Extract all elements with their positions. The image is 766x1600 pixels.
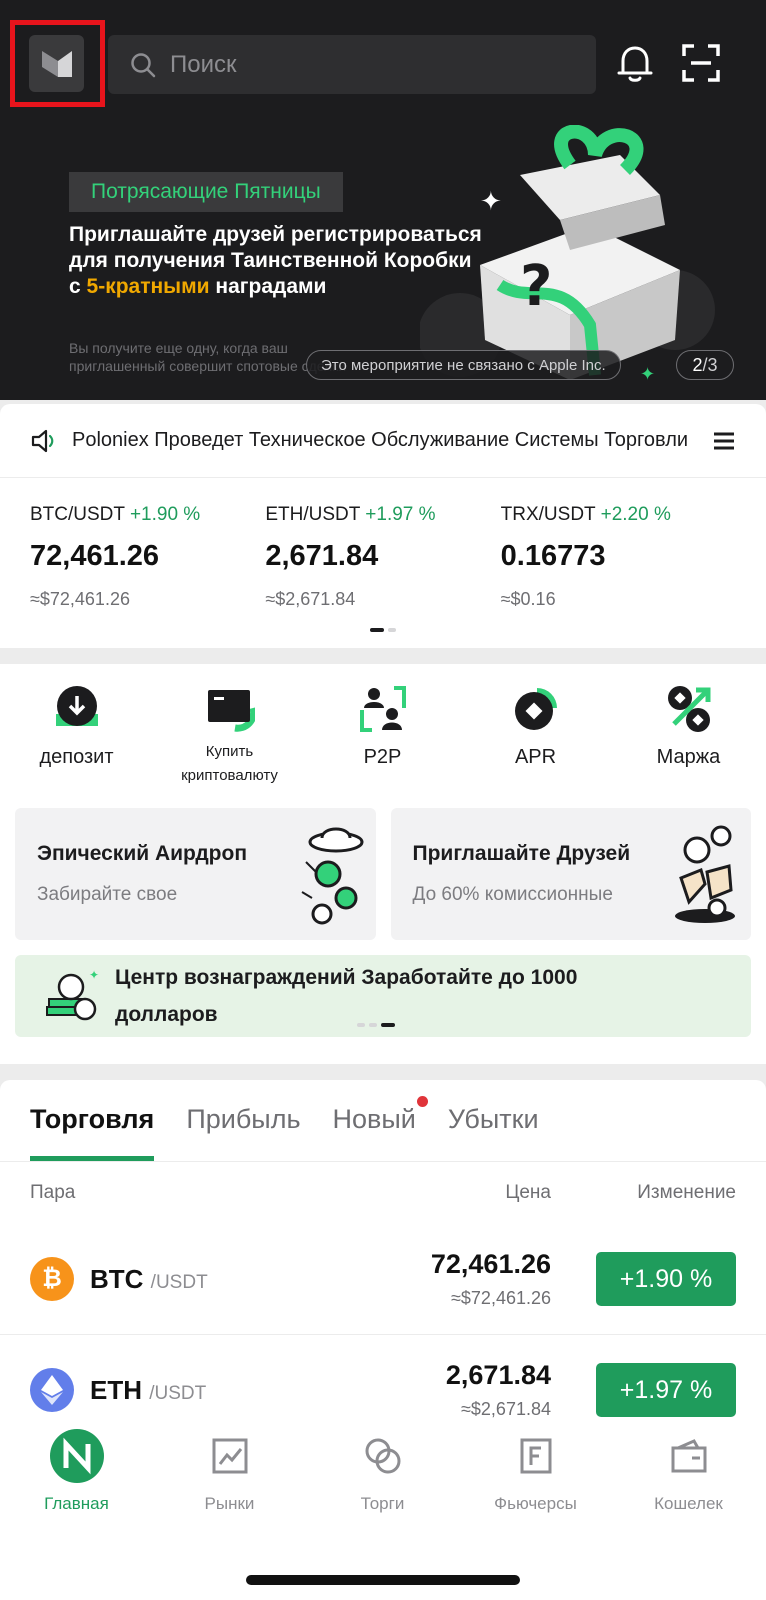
- tab-gainers[interactable]: Прибыль: [186, 1080, 300, 1161]
- col-pair[interactable]: Пара: [30, 1182, 351, 1204]
- buy-crypto-icon: [207, 690, 255, 732]
- promo-page-dots: [357, 1023, 395, 1027]
- quick-action-label: Маржа: [656, 746, 721, 768]
- change-badge[interactable]: +1.97 %: [596, 1363, 736, 1417]
- margin-icon: [667, 686, 710, 732]
- home-indicator: [246, 1575, 520, 1585]
- row-symbol: BTC /USDT: [90, 1263, 208, 1294]
- search-placeholder: Поиск: [170, 50, 237, 78]
- margin-button[interactable]: Маржа: [612, 684, 765, 788]
- tab-trading[interactable]: Торговля: [30, 1080, 155, 1161]
- airdrop-ufo-icon: [300, 827, 363, 925]
- tab-losers[interactable]: Убытки: [448, 1080, 539, 1161]
- announcement-bar[interactable]: Poloniex Проведет Техническое Обслуживан…: [0, 404, 766, 478]
- home-logo-icon: [49, 1428, 105, 1484]
- ticker-pair: ETH/USDT +1.97 %: [265, 504, 436, 525]
- nav-label: Фьючерсы: [494, 1494, 577, 1513]
- ticker-price: 72,461.26: [30, 540, 160, 572]
- wallet-icon: [661, 1428, 717, 1484]
- bottom-navigation: Главная Рынки Торги Фьючерсы Кошелек: [0, 1424, 766, 1600]
- svg-text:✦: ✦: [480, 187, 502, 217]
- bitcoin-icon: ₿: [30, 1257, 74, 1301]
- futures-icon: [508, 1428, 564, 1484]
- quick-actions-card: депозит Купить криптовалюту P2P APR Марж…: [0, 664, 766, 1064]
- ethereum-icon: [30, 1368, 74, 1412]
- market-tabs: Торговля Прибыль Новый Убытки: [0, 1080, 766, 1162]
- nav-trade[interactable]: Торги: [306, 1424, 459, 1600]
- row-price: 72,461.26 ≈$72,461.26: [430, 1249, 551, 1308]
- col-price[interactable]: Цена: [351, 1182, 551, 1204]
- announcement-text: Poloniex Проведет Техническое Обслуживан…: [72, 429, 689, 451]
- notifications-button[interactable]: [612, 40, 658, 86]
- bell-icon: [617, 46, 653, 82]
- poloniex-logo-icon: [41, 50, 72, 77]
- nav-label: Рынки: [204, 1494, 255, 1513]
- ticker-page-dots: [370, 628, 396, 632]
- ticker-trx[interactable]: TRX/USDT +2.20 % 0.16773 ≈$0.16: [501, 478, 736, 610]
- scan-button[interactable]: [678, 40, 724, 86]
- ticker-strip: BTC/USDT +1.90 % 72,461.26 ≈$72,461.26 E…: [0, 478, 766, 610]
- banner-pager: 2/3: [676, 350, 734, 380]
- hero-banner[interactable]: ? ✦ ✦ Поиск Потрясающие Пятницы Приглаша…: [0, 0, 766, 400]
- ticker-price: 0.16773: [500, 540, 606, 572]
- nav-home[interactable]: Главная: [0, 1424, 153, 1600]
- nav-futures[interactable]: Фьючерсы: [459, 1424, 612, 1600]
- ticker-pair: BTC/USDT +1.90 %: [30, 504, 201, 525]
- svg-text:✦: ✦: [89, 969, 99, 982]
- speaker-icon: [31, 429, 54, 452]
- row-price: 2,671.84 ≈$2,671.84: [445, 1360, 551, 1419]
- ticker-btc[interactable]: BTC/USDT +1.90 % 72,461.26 ≈$72,461.26: [30, 478, 265, 610]
- menu-icon[interactable]: [712, 431, 736, 451]
- ticker-price: 2,671.84: [265, 540, 379, 572]
- nav-label: Кошелек: [654, 1494, 723, 1513]
- chart-icon: [202, 1428, 258, 1484]
- nav-label: Главная: [44, 1494, 109, 1513]
- p2p-icon: [359, 686, 406, 732]
- money-stack-icon: ✦: [46, 969, 99, 1021]
- quick-action-label: депозит: [39, 746, 114, 768]
- apple-disclaimer: Это мероприятие не связано с Apple Inc.: [306, 350, 621, 380]
- ticker-usd: ≈$72,461.26: [30, 589, 130, 609]
- tab-new[interactable]: Новый: [333, 1080, 428, 1161]
- svg-text:?: ?: [520, 254, 552, 319]
- nav-label: Торги: [360, 1494, 405, 1513]
- buy-crypto-button[interactable]: Купить криптовалюту: [153, 684, 306, 788]
- ticker-usd: ≈$2,671.84: [265, 589, 356, 609]
- quick-action-label: P2P: [363, 746, 402, 768]
- deposit-icon: [55, 686, 98, 726]
- apr-button[interactable]: APR: [459, 684, 612, 788]
- market-column-headers: Пара Цена Изменение: [0, 1162, 766, 1224]
- app-logo-button[interactable]: [29, 35, 84, 92]
- nav-wallet[interactable]: Кошелек: [612, 1424, 765, 1600]
- ticker-eth[interactable]: ETH/USDT +1.97 % 2,671.84 ≈$2,671.84: [265, 478, 500, 610]
- search-icon: [131, 52, 156, 77]
- ticker-usd: ≈$0.16: [500, 589, 556, 609]
- reward-center-text: Центр вознаграждений Заработайте до 1000…: [115, 966, 578, 1026]
- scan-icon: [682, 44, 720, 82]
- apr-icon: [514, 688, 557, 730]
- airdrop-card[interactable]: Эпический Аирдроп Забирайте свое: [15, 808, 376, 940]
- banner-tag: Потрясающие Пятницы: [69, 172, 343, 212]
- search-bar[interactable]: Поиск: [108, 35, 596, 94]
- change-badge[interactable]: +1.90 %: [596, 1252, 736, 1306]
- row-symbol: ETH /USDT: [90, 1374, 207, 1405]
- ticker-pair: TRX/USDT +2.20 %: [500, 504, 671, 525]
- new-indicator-dot: [416, 1096, 428, 1107]
- quick-action-label: APR: [514, 746, 557, 768]
- quick-action-label: Купить криптовалюту: [181, 743, 278, 784]
- invite-friends-card[interactable]: Приглашайте Друзей До 60% комиссионные: [390, 808, 751, 940]
- deposit-button[interactable]: депозит: [0, 684, 153, 788]
- trade-icon: [355, 1428, 411, 1484]
- svg-text:✦: ✦: [640, 364, 655, 385]
- table-row[interactable]: ₿ BTC /USDT 72,461.26 ≈$72,461.26 +1.90 …: [0, 1224, 766, 1335]
- banner-headline: Приглашайте друзей регистрироваться для …: [69, 223, 482, 298]
- col-change[interactable]: Изменение: [551, 1182, 736, 1204]
- market-summary-card: Poloniex Проведет Техническое Обслуживан…: [0, 404, 766, 648]
- p2p-button[interactable]: P2P: [306, 684, 459, 788]
- nav-markets[interactable]: Рынки: [153, 1424, 306, 1600]
- invite-hands-icon: [675, 825, 735, 923]
